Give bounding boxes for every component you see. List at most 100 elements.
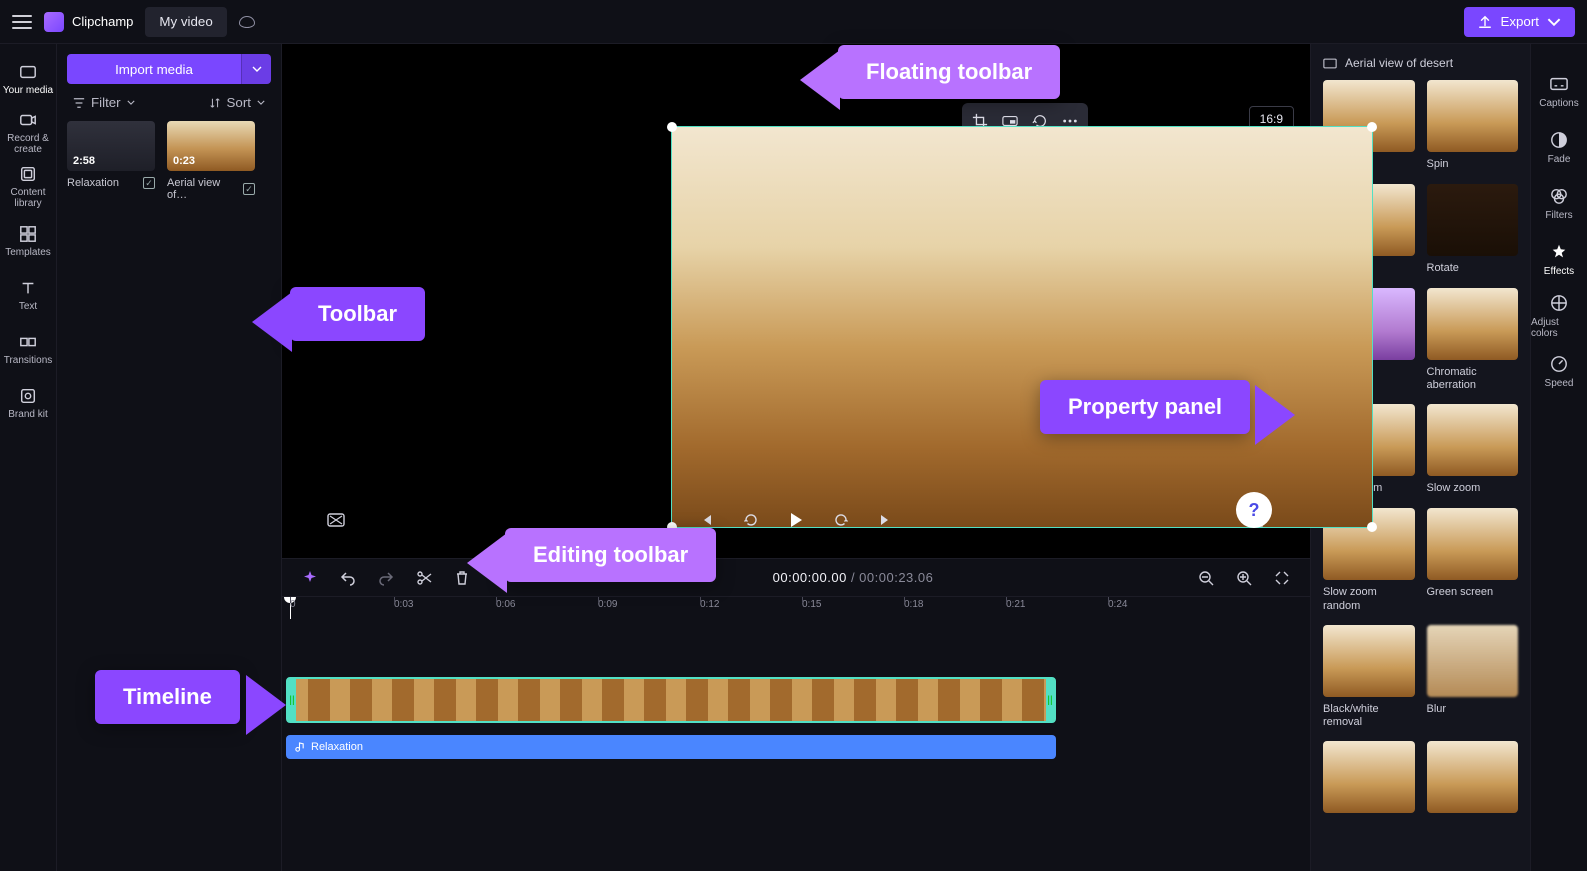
clip-body[interactable] <box>296 679 1046 721</box>
leftnav-label: Record & create <box>0 133 56 155</box>
skip-prev-icon <box>699 513 713 527</box>
rightrail-captions[interactable]: Captions <box>1531 64 1587 120</box>
audio-clip[interactable]: Relaxation <box>286 735 1056 759</box>
effect-rotate[interactable]: Rotate <box>1427 184 1519 276</box>
leftnav-transitions[interactable]: Transitions <box>0 322 56 376</box>
undo-icon <box>340 570 356 586</box>
leftnav-record-create[interactable]: Record & create <box>0 106 56 160</box>
callout-timeline: Timeline <box>95 670 240 724</box>
rightrail-filters[interactable]: Filters <box>1531 176 1587 232</box>
leftnav-text[interactable]: Text <box>0 268 56 322</box>
resize-handle[interactable] <box>667 122 677 132</box>
callout-arrow <box>246 675 286 735</box>
effect-blur[interactable]: Blur <box>1427 625 1519 729</box>
rewind-button[interactable] <box>737 511 765 532</box>
zoom-in-button[interactable] <box>1232 566 1256 590</box>
filter-button[interactable]: Filter <box>67 94 141 111</box>
menu-icon[interactable] <box>12 15 32 29</box>
leftnav-content-library[interactable]: Content library <box>0 160 56 214</box>
time-display: 00:00:00.00 / 00:00:23.06 <box>773 570 934 585</box>
redo-icon <box>378 570 394 586</box>
media-tile-label: Aerial view of… <box>167 177 243 201</box>
filter-icon <box>73 97 85 109</box>
undo-button[interactable] <box>336 566 360 590</box>
right-rail: Captions Fade Filters Effects Adjust col… <box>1530 44 1587 871</box>
music-note-icon <box>294 742 305 753</box>
video-clip[interactable]: || || <box>286 677 1056 723</box>
resize-handle[interactable] <box>1367 522 1377 532</box>
project-name-button[interactable]: My video <box>145 7 226 37</box>
rightrail-adjust-colors[interactable]: Adjust colors <box>1531 288 1587 344</box>
zoom-out-button[interactable] <box>1194 566 1218 590</box>
leftnav-label: Transitions <box>4 355 53 366</box>
effect-bw-removal[interactable]: Black/white removal <box>1323 625 1415 729</box>
fit-icon <box>1274 570 1290 586</box>
resize-handle[interactable] <box>1367 122 1377 132</box>
export-label: Export <box>1500 14 1539 29</box>
export-button[interactable]: Export <box>1464 7 1575 37</box>
media-tile-relaxation[interactable]: 2:58 Relaxation ✓ <box>67 121 155 201</box>
leftnav-your-media[interactable]: Your media <box>0 52 56 106</box>
more-icon <box>1062 119 1078 123</box>
media-tile-label: Relaxation <box>67 177 119 189</box>
effect-more-1[interactable] <box>1323 741 1415 833</box>
effect-slow-zoom[interactable]: Slow zoom <box>1427 404 1519 496</box>
magic-button[interactable] <box>298 566 322 590</box>
skip-next-icon <box>879 513 893 527</box>
timeline-ruler[interactable]: 0 0:03 0:06 0:09 0:12 0:15 0:18 0:21 0:2… <box>286 597 1310 619</box>
sort-icon <box>209 97 221 109</box>
editing-toolbar: 00:00:00.00 / 00:00:23.06 <box>282 558 1310 596</box>
effect-green-screen[interactable]: Green screen <box>1427 508 1519 612</box>
help-button[interactable]: ? <box>1236 492 1272 528</box>
stage-canvas[interactable] <box>671 126 1373 528</box>
import-media-dropdown[interactable] <box>241 54 271 84</box>
rightrail-speed[interactable]: Speed <box>1531 344 1587 400</box>
fit-button[interactable] <box>1270 566 1294 590</box>
play-icon <box>789 512 803 528</box>
clip-handle-right[interactable]: || <box>1046 679 1054 721</box>
clip-handle-left[interactable]: || <box>288 679 296 721</box>
safe-zone-button[interactable] <box>321 512 351 531</box>
chevron-down-icon <box>127 100 135 105</box>
play-button[interactable] <box>783 511 809 532</box>
rightrail-fade[interactable]: Fade <box>1531 120 1587 176</box>
rewind-icon <box>743 512 759 528</box>
timeline: 0 0:03 0:06 0:09 0:12 0:15 0:18 0:21 0:2… <box>282 596 1310 871</box>
import-media-button[interactable]: Import media <box>67 54 241 84</box>
callout-property-panel: Property panel <box>1040 380 1250 434</box>
stage: 16:9 ? <box>282 44 1310 558</box>
leftnav-label: Text <box>19 301 37 312</box>
duration: 00:00:23.06 <box>859 570 933 585</box>
brand-name: Clipchamp <box>72 14 133 29</box>
split-button[interactable] <box>412 566 436 590</box>
sort-button[interactable]: Sort <box>203 94 271 111</box>
ruler-tick: 0 <box>290 599 296 610</box>
ruler-tick: 0:24 <box>1108 599 1127 610</box>
ruler-tick: 0:09 <box>598 599 617 610</box>
effect-chromatic-aberration[interactable]: Chromatic aberration <box>1427 288 1519 392</box>
audio-clip-label: Relaxation <box>311 741 363 753</box>
rightrail-effects[interactable]: Effects <box>1531 232 1587 288</box>
next-button[interactable] <box>873 512 899 531</box>
leftnav-label: Content library <box>0 187 56 209</box>
ruler-tick: 0:15 <box>802 599 821 610</box>
callout-toolbar: Toolbar <box>290 287 425 341</box>
callout-floating-toolbar: Floating toolbar <box>838 45 1060 99</box>
media-duration: 2:58 <box>73 155 95 167</box>
redo-button[interactable] <box>374 566 398 590</box>
cloud-sync-icon <box>239 16 255 28</box>
leftnav-templates[interactable]: Templates <box>0 214 56 268</box>
forward-button[interactable] <box>827 511 855 532</box>
video-track: || || <box>282 677 1310 723</box>
audio-track: Relaxation <box>282 735 1310 759</box>
check-icon: ✓ <box>143 177 155 189</box>
media-tile-aerial[interactable]: 0:23 Aerial view of… ✓ <box>167 121 255 201</box>
ruler-tick: 0:21 <box>1006 599 1025 610</box>
property-panel-title: Aerial view of desert <box>1345 56 1453 70</box>
chevron-down-icon <box>252 66 262 72</box>
effect-more-2[interactable] <box>1427 741 1519 833</box>
leftnav-brand-kit[interactable]: Brand kit <box>0 376 56 430</box>
leftnav-label: Brand kit <box>8 409 47 420</box>
effect-spin[interactable]: Spin <box>1427 80 1519 172</box>
media-thumb: 0:23 <box>167 121 255 171</box>
